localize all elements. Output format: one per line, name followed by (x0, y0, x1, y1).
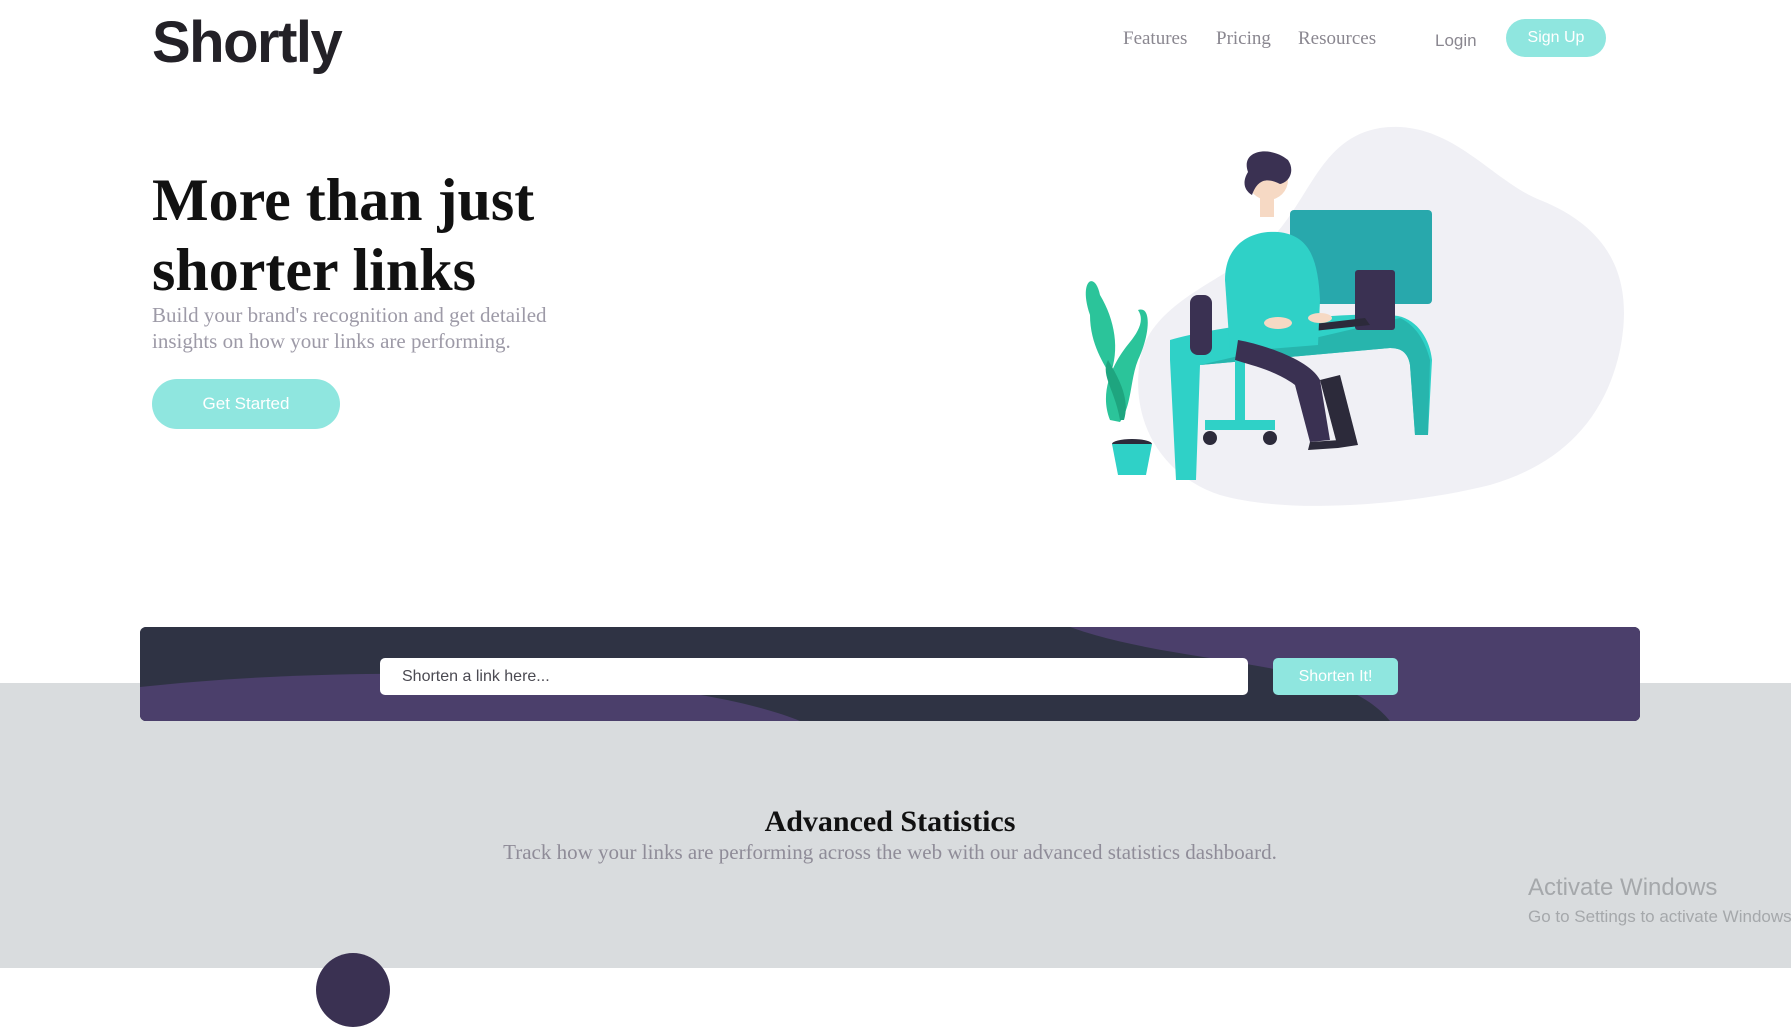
shorten-link-panel: Shorten It! (140, 627, 1640, 721)
nav-features[interactable]: Features (1123, 28, 1187, 50)
activate-windows-title: Activate Windows (1528, 874, 1718, 901)
nav-pricing[interactable]: Pricing (1216, 28, 1271, 50)
hero-title: More than just shorter links (152, 167, 535, 303)
login-link[interactable]: Login (1435, 31, 1477, 51)
hero-subtitle: Build your brand's recognition and get d… (152, 303, 547, 353)
signup-button[interactable]: Sign Up (1506, 19, 1606, 57)
shorten-it-button[interactable]: Shorten It! (1273, 658, 1398, 695)
person-working-at-desk-illustration (1085, 126, 1624, 506)
activate-windows-subtitle: Go to Settings to activate Windows. (1528, 907, 1791, 926)
shorten-url-input[interactable] (380, 658, 1248, 695)
section-subtitle: Track how your links are performing acro… (503, 840, 1277, 864)
get-started-button[interactable]: Get Started (152, 379, 340, 429)
section-title: Advanced Statistics (764, 805, 1016, 838)
nav-resources[interactable]: Resources (1298, 28, 1376, 50)
logo[interactable]: Shortly (152, 10, 343, 77)
feature-icon (316, 953, 390, 1027)
